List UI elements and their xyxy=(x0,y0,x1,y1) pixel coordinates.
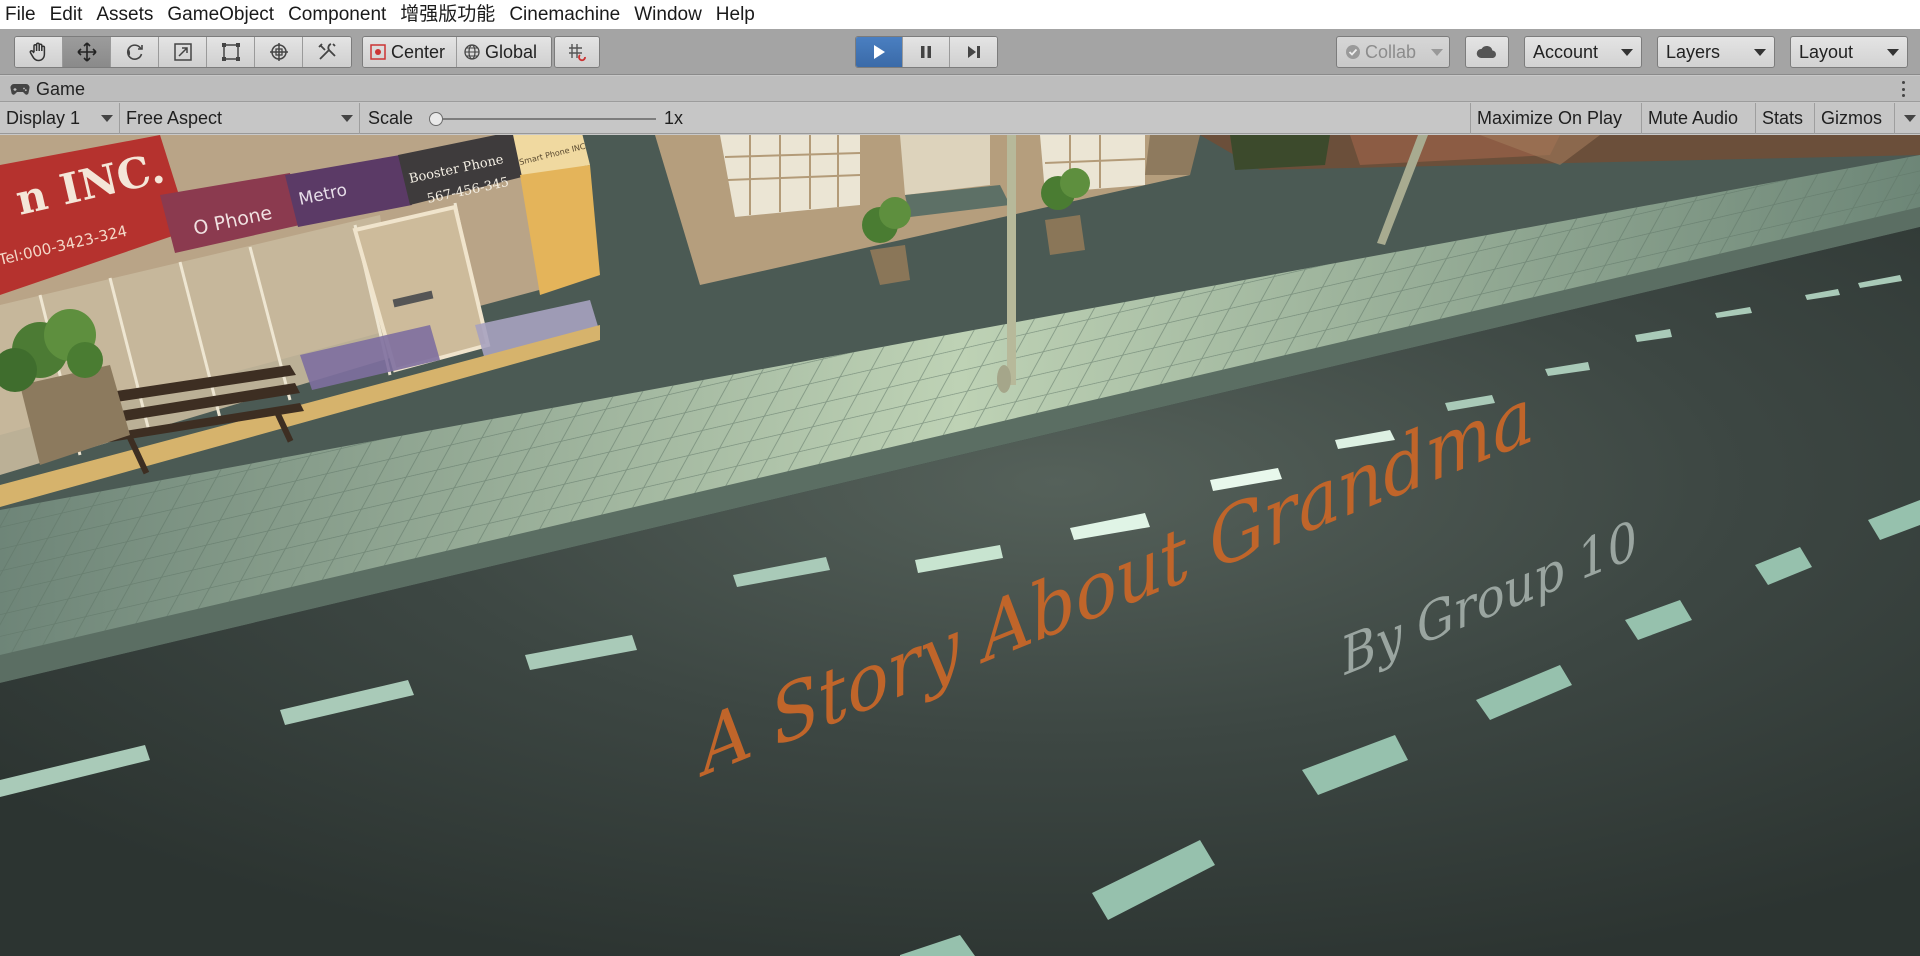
scale-value-text: 1x xyxy=(664,108,684,128)
mute-audio-toggle[interactable]: Mute Audio xyxy=(1642,103,1756,134)
layout-label: Layout xyxy=(1799,41,1854,62)
scale-value: 1x xyxy=(658,103,698,134)
pivot-toggles: Center Global xyxy=(362,36,552,68)
aspect-dropdown[interactable]: Free Aspect xyxy=(120,103,360,134)
collab-label: Collab xyxy=(1365,41,1417,62)
chevron-down-icon xyxy=(1621,49,1633,56)
game-viewport[interactable]: n INC. Tel:000-3423-324 O Phone Metro Bo… xyxy=(0,135,1920,956)
main-toolbar: Center Global Collab Account Layers Layo… xyxy=(0,29,1920,75)
stats-label: Stats xyxy=(1762,108,1804,128)
scale-slider-thumb[interactable] xyxy=(429,112,443,126)
cloud-button[interactable] xyxy=(1465,36,1509,68)
play-button[interactable] xyxy=(856,37,903,67)
space-global-button[interactable]: Global xyxy=(457,37,551,67)
pivot-icon xyxy=(370,44,386,60)
display-label: Display 1 xyxy=(6,108,81,128)
move-tool-button[interactable] xyxy=(63,37,111,67)
pause-button[interactable] xyxy=(903,37,950,67)
tab-game-label: Game xyxy=(36,78,86,99)
chevron-down-icon xyxy=(341,115,353,122)
layers-label: Layers xyxy=(1666,41,1721,62)
menu-bar: File Edit Assets GameObject Component 增强… xyxy=(0,0,1920,29)
scale-tool-icon xyxy=(173,43,192,61)
rotate-tool-icon xyxy=(126,44,143,60)
step-button[interactable] xyxy=(950,37,997,67)
play-icon xyxy=(874,45,885,59)
aspect-label: Free Aspect xyxy=(126,108,223,128)
pivot-center-button[interactable]: Center xyxy=(363,37,457,67)
move-tool-icon xyxy=(76,42,97,62)
menu-enhanced-features[interactable]: 增强版功能 xyxy=(393,0,502,29)
tab-menu-icon[interactable] xyxy=(1902,81,1906,97)
game-scene: n INC. Tel:000-3423-324 O Phone Metro Bo… xyxy=(0,135,1920,956)
game-tab-bar: Game xyxy=(0,76,1920,102)
chevron-down-icon xyxy=(101,115,113,122)
playback-controls xyxy=(855,36,998,68)
stats-toggle[interactable]: Stats xyxy=(1756,103,1815,134)
pause-icon xyxy=(921,46,931,58)
globe-icon xyxy=(464,44,480,60)
menu-gameobject[interactable]: GameObject xyxy=(160,0,281,29)
custom-tool-button[interactable] xyxy=(303,37,351,67)
door-mid xyxy=(900,135,990,195)
gizmos-label: Gizmos xyxy=(1821,108,1883,128)
rect-tool-button[interactable] xyxy=(207,37,255,67)
grid-snap-button[interactable] xyxy=(555,37,599,67)
cloud-icon xyxy=(1476,46,1496,58)
rotate-tool-button[interactable] xyxy=(111,37,159,67)
rect-tool-icon xyxy=(221,43,240,61)
collab-dropdown[interactable]: Collab xyxy=(1336,36,1450,68)
check-icon xyxy=(1346,45,1360,59)
display-dropdown[interactable]: Display 1 xyxy=(0,103,120,134)
transform-tool-icon xyxy=(269,43,288,61)
scale-slider-track[interactable] xyxy=(436,118,656,120)
scale-label: Scale xyxy=(362,103,422,134)
account-dropdown[interactable]: Account xyxy=(1524,36,1642,68)
layout-dropdown[interactable]: Layout xyxy=(1790,36,1908,68)
transform-tools xyxy=(14,36,352,68)
menu-edit[interactable]: Edit xyxy=(43,0,90,29)
tab-game[interactable]: Game xyxy=(0,76,95,102)
gizmos-toggle[interactable]: Gizmos xyxy=(1815,103,1895,134)
chevron-down-icon xyxy=(1754,49,1766,56)
menu-assets[interactable]: Assets xyxy=(89,0,160,29)
trash-bin xyxy=(1230,135,1330,170)
custom-tool-icon xyxy=(318,43,336,60)
menu-component[interactable]: Component xyxy=(281,0,393,29)
menu-cinemachine[interactable]: Cinemachine xyxy=(502,0,627,29)
hand-tool-icon xyxy=(29,42,45,62)
chevron-down-icon xyxy=(1431,49,1443,56)
scale-label-text: Scale xyxy=(368,108,414,128)
account-label: Account xyxy=(1533,41,1599,62)
gizmos-dropdown[interactable] xyxy=(1895,103,1920,134)
menu-file[interactable]: File xyxy=(0,0,43,29)
pivot-label: Center xyxy=(391,41,446,62)
step-icon xyxy=(967,46,980,58)
space-label: Global xyxy=(485,41,538,62)
chevron-down-icon xyxy=(1904,115,1916,122)
game-view-controls: Display 1 Free Aspect Scale 1x Maximize … xyxy=(0,103,1920,134)
hand-tool-button[interactable] xyxy=(15,37,63,67)
snap-toggle-group xyxy=(554,36,600,68)
mute-label: Mute Audio xyxy=(1648,108,1739,128)
scale-tool-button[interactable] xyxy=(159,37,207,67)
gamepad-icon xyxy=(10,83,30,95)
maximize-label: Maximize On Play xyxy=(1477,108,1623,128)
chevron-down-icon xyxy=(1887,49,1899,56)
grid-snap-icon xyxy=(569,44,586,62)
menu-window[interactable]: Window xyxy=(627,0,709,29)
maximize-on-play-toggle[interactable]: Maximize On Play xyxy=(1470,103,1642,134)
menu-help[interactable]: Help xyxy=(709,0,762,29)
layers-dropdown[interactable]: Layers xyxy=(1657,36,1775,68)
transform-tool-button[interactable] xyxy=(255,37,303,67)
